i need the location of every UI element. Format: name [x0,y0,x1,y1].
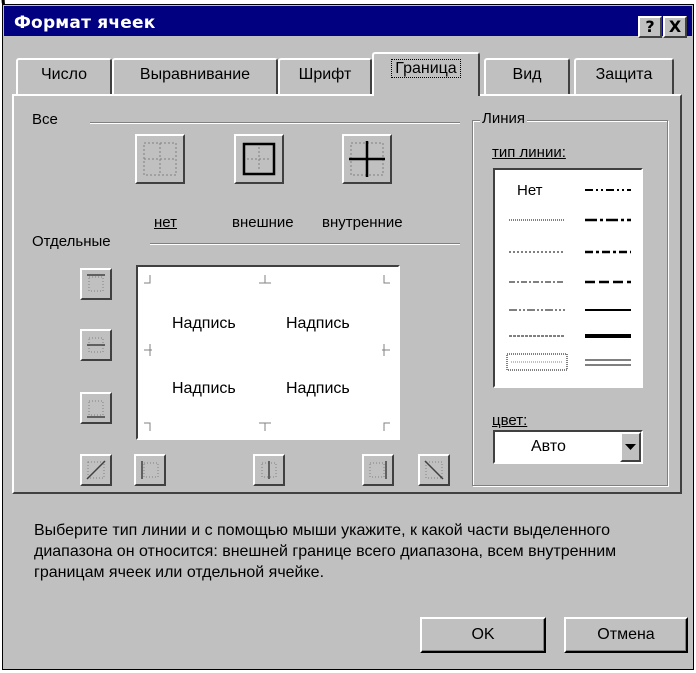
line-type-label: тип линии: [492,144,566,161]
title-bar[interactable]: Формат ячеек ? X [4,6,692,38]
tab-label: Защита [595,66,653,83]
border-diagonal-down-button[interactable] [418,454,450,486]
border-inside-vertical-button[interactable] [253,454,285,486]
tab-alignment[interactable]: Выравнивание [112,58,278,94]
tab-label: Выравнивание [139,66,251,83]
hint-text: Выберите тип линии и с помощью мыши укаж… [34,522,617,581]
border-bottom-button[interactable] [80,392,112,424]
border-diagonal-up-icon [86,460,106,480]
tab-label: Граница [391,59,461,78]
tab-label: Вид [512,66,542,83]
divider [150,243,460,245]
help-icon: ? [645,17,655,36]
color-dropdown-button[interactable] [620,432,641,462]
border-top-button[interactable] [80,268,112,300]
group-label-separate: Отдельные [30,233,113,250]
close-button[interactable]: X [663,16,687,38]
tab-label: Шрифт [298,66,352,83]
ok-button[interactable]: OK [420,617,546,653]
preset-outline-icon [242,142,276,176]
tab-font[interactable]: Шрифт [278,58,372,94]
preset-none-label: нет [154,214,177,231]
preview-text: Надпись [172,315,236,332]
preset-inside-icon [349,141,385,177]
preview-text: Надпись [172,380,236,397]
border-inside-horizontal-icon [87,337,105,353]
line-style-swatches [506,189,631,371]
preset-outline-label: внешние [232,214,294,231]
group-label-all: Все [30,111,60,128]
tab-protection[interactable]: Защита [574,58,674,94]
preview-text: Надпись [286,315,350,332]
preset-none-icon [143,142,177,176]
border-inside-horizontal-button[interactable] [80,329,112,361]
dialog-title: Формат ячеек [14,13,156,33]
preset-inside-label: внутренние [322,214,403,231]
tab-label: Число [40,66,87,83]
preset-outline-button[interactable] [234,134,284,184]
preset-inside-button[interactable] [342,134,392,184]
help-button[interactable]: ? [638,16,662,38]
border-diagonal-up-button[interactable] [80,454,112,486]
border-inside-vertical-icon [261,461,277,479]
border-left-button[interactable] [134,454,166,486]
tab-view[interactable]: Вид [484,58,570,94]
preview-corner-marks [144,275,390,431]
divider [90,122,460,124]
group-label-line: Линия [480,110,528,127]
color-select-value: Авто [531,438,566,455]
border-right-button[interactable] [362,454,394,486]
border-left-icon [141,461,159,479]
border-top-icon [87,274,105,292]
tab-border[interactable]: Граница [372,52,480,96]
dropdown-arrow-icon [625,444,636,450]
cancel-button[interactable]: Отмена [564,617,688,653]
close-icon: X [668,17,682,36]
border-right-icon [369,461,387,479]
border-bottom-icon [87,400,105,418]
border-diagonal-down-icon [424,460,444,480]
preview-text: Надпись [286,380,350,397]
line-style-list[interactable]: Нет [493,168,643,388]
tab-number[interactable]: Число [16,58,112,94]
color-label: цвет: [492,412,528,429]
preset-none-button[interactable] [135,134,185,184]
border-preview[interactable]: Надпись Надпись Надпись Надпись [136,265,400,440]
